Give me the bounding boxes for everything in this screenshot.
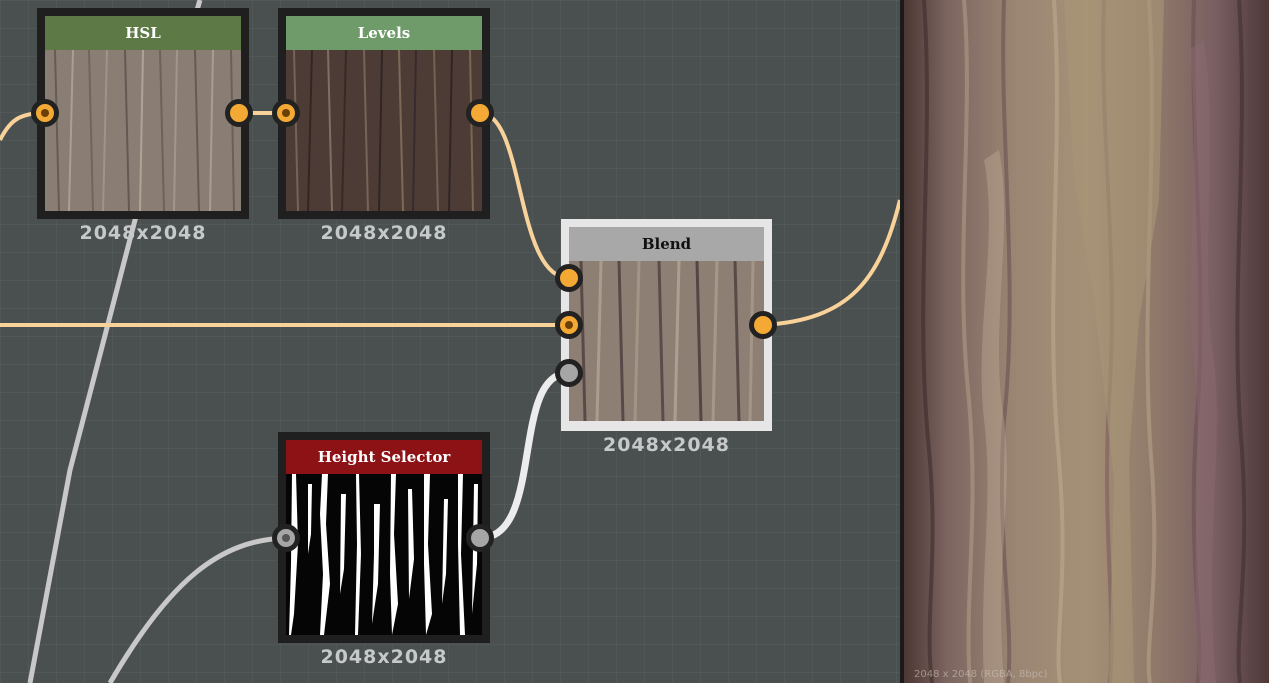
node-blend-header: Blend [569, 227, 764, 261]
node-blend-title: Blend [641, 235, 692, 253]
blend-output-port[interactable] [749, 311, 777, 339]
node-height-selector-header: Height Selector [286, 440, 482, 474]
preview-texture [904, 0, 1269, 683]
node-blend[interactable]: Blend [561, 219, 772, 431]
node-levels-thumbnail [286, 50, 482, 211]
node-height-selector[interactable]: Height Selector [278, 432, 490, 643]
node-height-selector-resolution: 2048x2048 [320, 646, 448, 668]
levels-output-port[interactable] [466, 99, 494, 127]
node-levels-title: Levels [357, 24, 411, 42]
node-blend-resolution: 2048x2048 [602, 434, 731, 456]
node-hsl-thumbnail [45, 50, 241, 211]
node-hsl[interactable]: HSL [37, 8, 249, 219]
node-blend-thumbnail [569, 261, 764, 421]
app-window: HSL 2048x2048 Levels 2048x2048 Blend 204… [0, 0, 1269, 683]
node-height-selector-title: Height Selector [317, 448, 451, 466]
wire-blend-output [762, 199, 900, 327]
node-levels[interactable]: Levels [278, 8, 490, 219]
height-selector-output-port[interactable] [466, 524, 494, 552]
wire-levels-to-blend [479, 111, 570, 280]
blend-foreground-port[interactable] [555, 264, 583, 292]
node-hsl-header: HSL [45, 16, 241, 50]
wire-height-to-blend [479, 369, 570, 542]
node-height-selector-thumbnail [286, 474, 482, 635]
preview-2d-view[interactable] [904, 0, 1269, 683]
preview-info-text: 2048 x 2048 (RGBA, 8bpc) [914, 669, 1048, 680]
levels-input-port[interactable] [272, 99, 300, 127]
wire-gray-diagonal-2 [107, 535, 287, 683]
hsl-input-port[interactable] [31, 99, 59, 127]
hsl-output-port[interactable] [225, 99, 253, 127]
node-levels-resolution: 2048x2048 [320, 222, 448, 244]
blend-mask-port[interactable] [555, 359, 583, 387]
graph-canvas[interactable]: HSL 2048x2048 Levels 2048x2048 Blend 204… [0, 0, 900, 683]
blend-background-port[interactable] [555, 311, 583, 339]
node-hsl-resolution: 2048x2048 [79, 222, 207, 244]
node-levels-header: Levels [286, 16, 482, 50]
node-hsl-title: HSL [125, 24, 161, 42]
height-selector-input-port[interactable] [272, 524, 300, 552]
